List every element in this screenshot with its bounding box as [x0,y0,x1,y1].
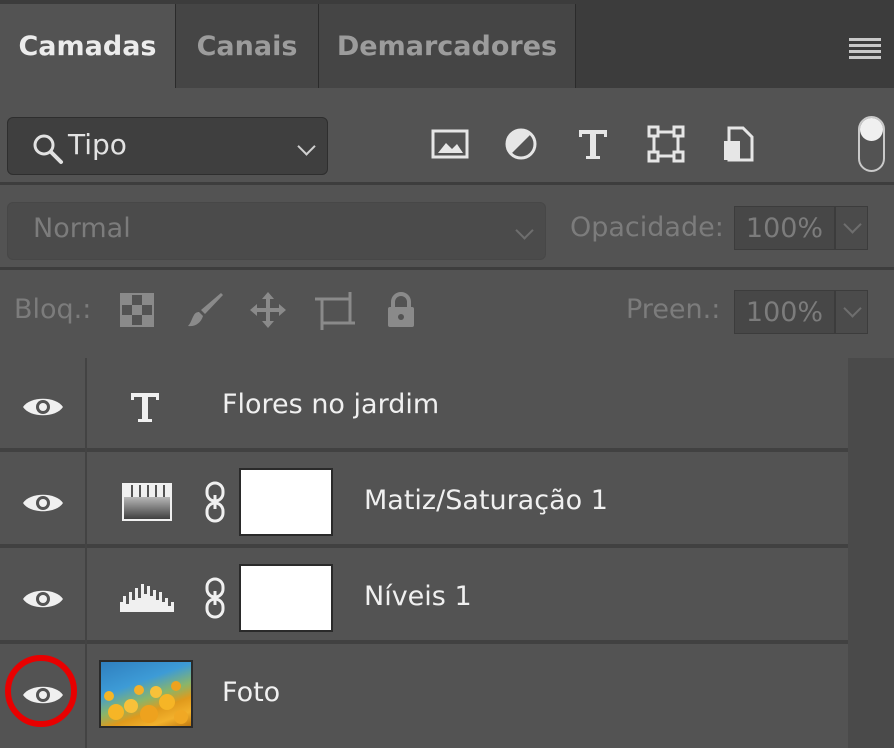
layers-scrollbar[interactable] [848,358,894,748]
lock-image-pixels-icon[interactable] [185,290,225,330]
opacity-input[interactable]: 100% [734,206,835,250]
magnifier-icon [33,134,63,164]
layer-name: Flores no jardim [222,389,440,420]
lock-artboard-icon[interactable] [315,290,355,330]
layer-name: Níveis 1 [364,581,472,612]
layer-image-thumbnail[interactable] [99,660,193,728]
flowers-photo-icon [104,681,188,724]
smart-object-filter-icon[interactable] [716,124,760,164]
shape-filter-icon[interactable] [644,124,688,164]
lock-position-icon[interactable] [248,290,288,330]
tab-demarcadores[interactable]: Demarcadores [318,4,576,88]
highlight-circle-annotation [5,655,77,727]
mask-link-icon[interactable] [204,576,226,620]
layer-mask-thumbnail[interactable] [239,468,333,536]
mask-link-icon[interactable] [204,480,226,524]
visibility-eye-icon[interactable] [22,393,64,421]
tab-canais[interactable]: Canais [175,4,318,88]
fill-input[interactable]: 100% [734,290,835,334]
lock-label: Bloq.: [14,294,92,325]
layer-name: Foto [222,677,281,708]
visibility-column-divider [85,358,87,748]
hamburger-menu-icon[interactable] [849,38,881,60]
visibility-eye-icon[interactable] [22,489,64,517]
filter-type-value: Tipo [68,128,127,161]
hue-saturation-adjustment-icon [122,483,172,521]
layer-name: Matiz/Saturação 1 [364,485,608,516]
image-filter-icon[interactable] [428,124,472,164]
text-layer-icon [131,393,159,422]
adjustment-filter-icon[interactable] [499,124,543,164]
divider [0,267,894,270]
tab-camadas[interactable]: Camadas [0,4,175,88]
layer-mask-thumbnail[interactable] [239,564,333,632]
visibility-eye-icon[interactable] [22,585,64,613]
levels-adjustment-icon [120,584,174,612]
fill-label: Preen.: [626,294,721,325]
opacity-label: Opacidade: [570,212,724,243]
blend-mode-value: Normal [33,213,131,244]
filter-toggle-knob [860,118,883,141]
type-filter-icon[interactable] [571,124,615,164]
divider [0,182,894,185]
lock-all-icon[interactable] [381,290,421,330]
lock-transparent-pixels-icon[interactable] [117,290,157,330]
